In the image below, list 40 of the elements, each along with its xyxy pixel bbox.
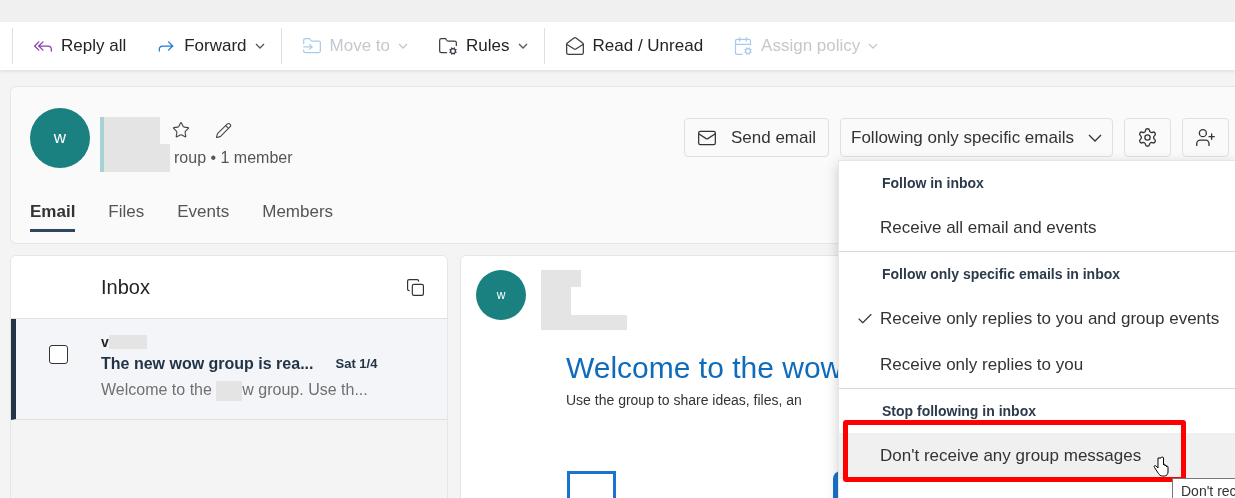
hand-cursor-icon <box>1153 456 1170 478</box>
tab[interactable]: Members <box>262 194 334 232</box>
send-email-button[interactable]: Send email <box>683 118 829 157</box>
message-row[interactable]: v The new wow group is rea... Sat 1/4 Welcome to the w group. Use th... <box>11 319 447 420</box>
add-member-button[interactable] <box>1182 118 1229 157</box>
toolbar-button[interactable]: Reply all <box>31 30 129 62</box>
calendar-gear-icon <box>733 36 754 56</box>
open-envelope-icon <box>564 36 585 56</box>
welcome-text: Use the group to share ideas, files, an <box>566 391 803 410</box>
message-checkbox[interactable] <box>49 345 68 364</box>
group-member-count: roup • 1 member <box>174 148 293 168</box>
star-icon[interactable] <box>172 121 190 139</box>
follow-dropdown[interactable]: Following only specific emails <box>840 118 1113 157</box>
folder-gear-icon <box>438 36 459 56</box>
sender-avatar: w <box>476 270 526 320</box>
add-person-icon <box>1195 127 1216 148</box>
message-preview: Welcome to the w group. Use th... <box>101 378 378 402</box>
folder-arrow-icon <box>301 36 322 56</box>
tab[interactable]: Events <box>177 194 230 232</box>
caret-icon <box>1088 133 1102 142</box>
menu-section-header: Follow only specific emails in inbox <box>881 264 1122 284</box>
menu-section-header: Stop following in inbox <box>881 401 1037 421</box>
pencil-icon[interactable] <box>215 121 232 139</box>
toolbar-button[interactable]: Read / Unread <box>562 30 706 62</box>
message-date: Sat 1/4 <box>335 355 378 374</box>
tab[interactable]: Files <box>108 194 145 232</box>
tab[interactable]: Email <box>30 194 76 232</box>
menu-item[interactable]: Don't receive any group messages <box>839 433 1235 479</box>
menu-section-header: Follow in inbox <box>881 173 985 193</box>
group-avatar: w <box>30 108 90 168</box>
toolbar-button[interactable]: Forward <box>154 30 267 62</box>
redacted-text <box>100 116 160 144</box>
settings-icon <box>1137 127 1158 148</box>
settings-button[interactable] <box>1124 118 1171 157</box>
redacted-text <box>100 144 170 172</box>
message-sender: v <box>101 332 109 352</box>
toolbar-button[interactable]: Rules <box>436 30 530 62</box>
message-subject: The new wow group is rea... <box>101 354 314 374</box>
inbox-title: Inbox <box>101 275 150 300</box>
select-all-icon[interactable] <box>406 277 425 297</box>
